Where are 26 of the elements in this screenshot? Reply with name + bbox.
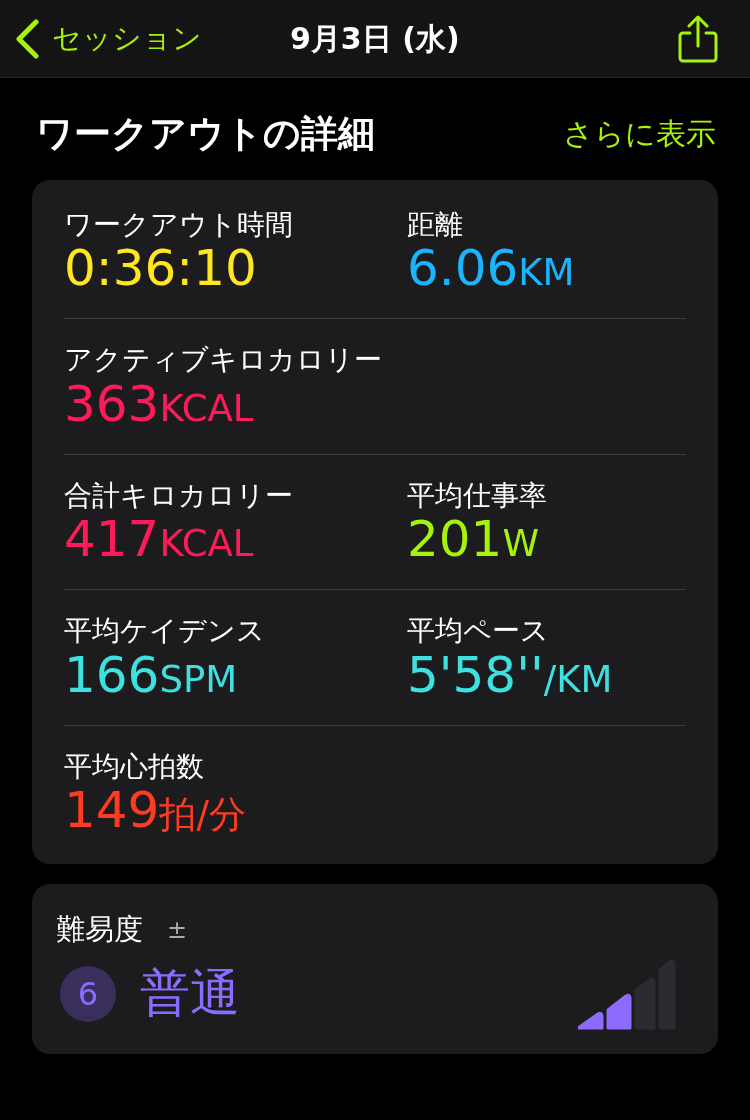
- metric-value: 201W: [407, 512, 541, 568]
- effort-rating: 普通: [140, 963, 240, 1025]
- metric-label: 平均心拍数: [64, 749, 205, 784]
- back-button[interactable]: セッション: [14, 16, 202, 61]
- metric-label: 距離: [407, 207, 464, 242]
- metric-value: 6.06KM: [407, 241, 576, 297]
- adjust-symbol: ±: [167, 915, 188, 947]
- section-title: ワークアウトの詳細: [36, 111, 375, 157]
- metric-label: ワークアウト時間: [64, 207, 294, 242]
- metric-label: 平均ペース: [407, 614, 550, 648]
- metric-value: 363KCAL: [64, 376, 255, 432]
- metric-value: 417 KCAL: [64, 512, 255, 568]
- metric-value: 166SPM: [64, 647, 239, 703]
- metric-value: 149拍/分: [64, 783, 247, 839]
- page-title: 9月3日 (水): [290, 20, 460, 58]
- metric-label: 平均仕事率: [407, 478, 548, 513]
- metric-label: 合計キロカロリー: [64, 478, 294, 513]
- metric-value: 5'58''/KM: [407, 647, 614, 703]
- back-chevron-icon[interactable]: [14, 18, 40, 59]
- metric-value: 0:36:10: [64, 241, 258, 297]
- effort-score: 6: [60, 965, 116, 1022]
- show-more-link[interactable]: さらに表示: [563, 111, 716, 157]
- metric-label: 平均ケイデンス: [64, 614, 266, 648]
- share-button[interactable]: [678, 14, 718, 63]
- effort-label: 難易度: [56, 911, 143, 949]
- metric-label: アクティブキロカロリー: [64, 343, 383, 377]
